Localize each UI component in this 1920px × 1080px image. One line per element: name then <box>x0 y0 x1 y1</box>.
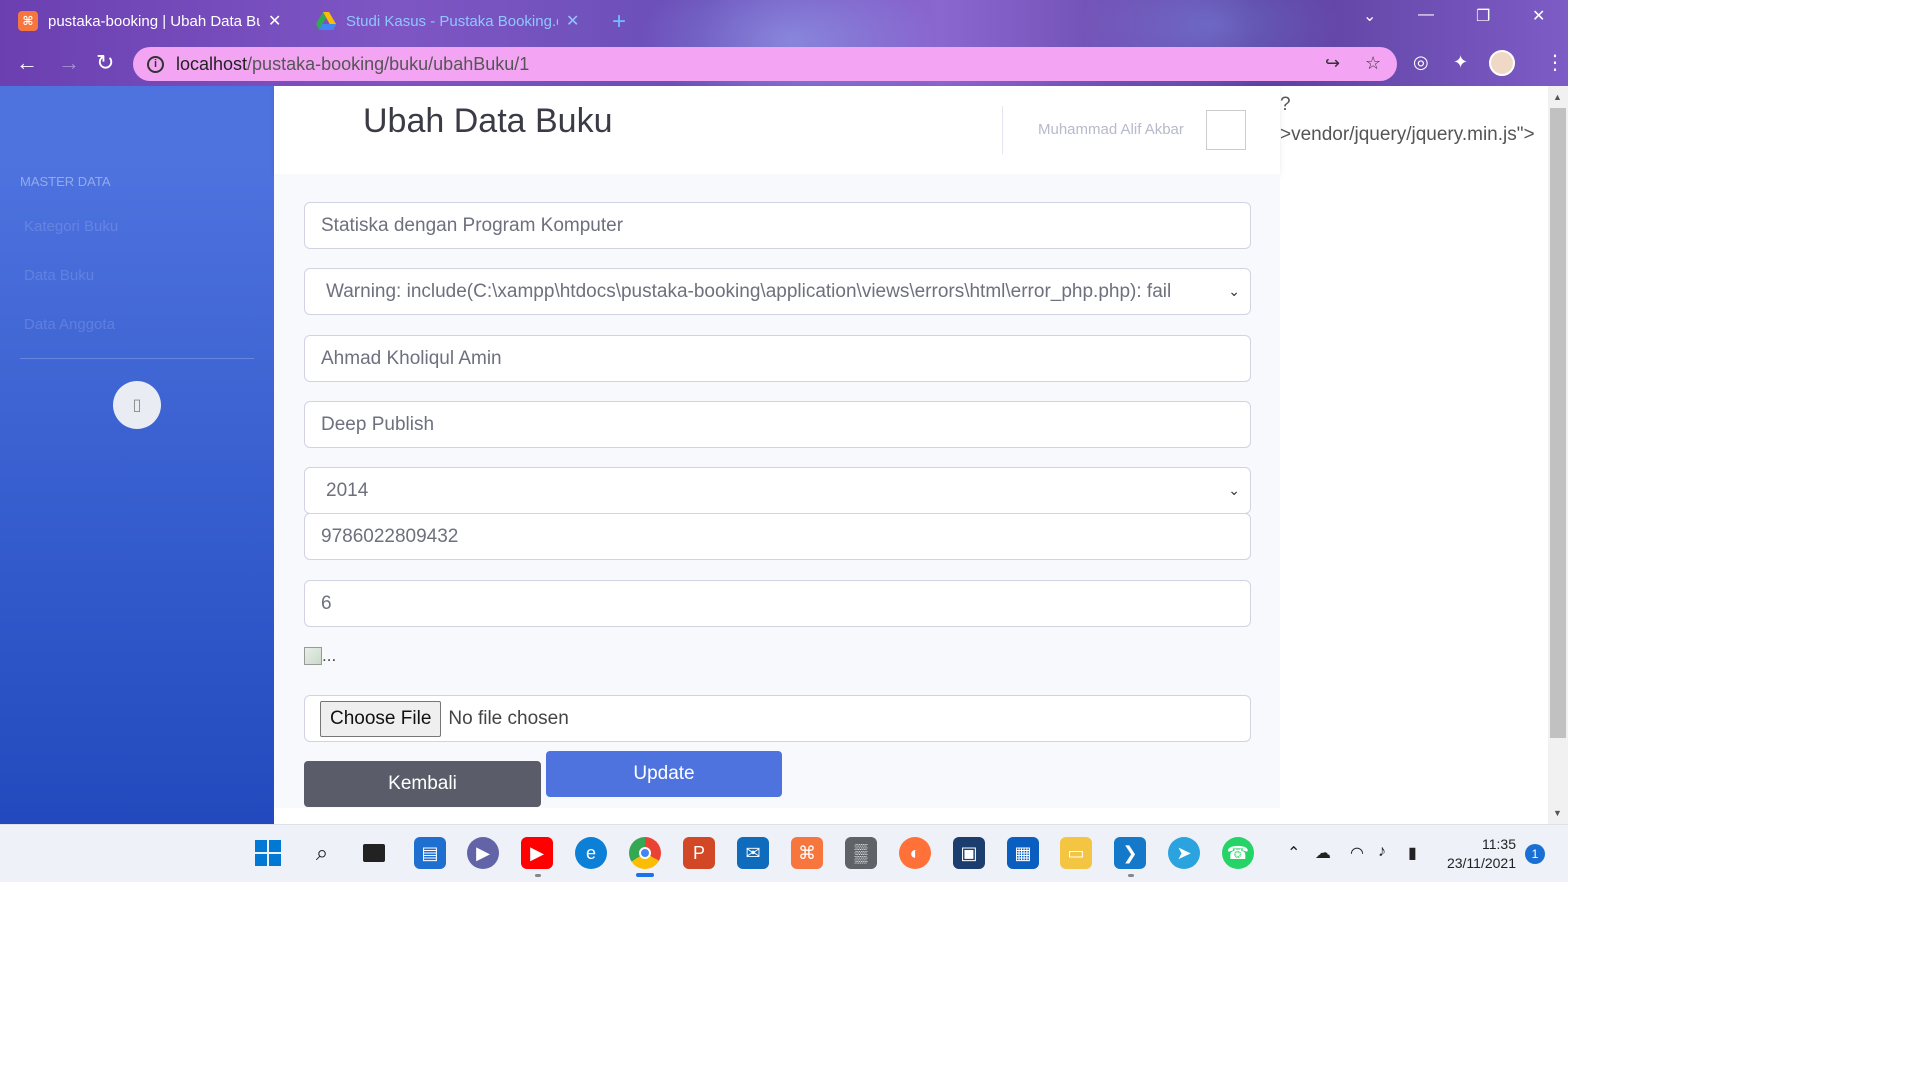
pengarang-input[interactable]: Ahmad Kholiqul Amin <box>304 335 1251 382</box>
topbar-divider <box>1002 106 1003 154</box>
taskbar: ⌕ ▤ ▶ ▶ e P ✉ ⌘ ▒ ◐ ▣ ▦ ▭ ❯ ➤ ☎ ⌃ ☁ ◠ ♪ … <box>0 824 1568 882</box>
user-profile-image[interactable] <box>1206 110 1246 150</box>
globe-extension-icon[interactable]: ◎ <box>1413 52 1429 73</box>
broken-image-icon <box>304 647 322 665</box>
sidebar-toggle-glyph: ▯ <box>132 397 142 414</box>
chrome-icon[interactable] <box>629 837 661 869</box>
tab-search-icon[interactable]: ⌄ <box>1363 6 1376 26</box>
judul-buku-input[interactable]: Statiska dengan Program Komputer <box>304 202 1251 249</box>
widgets-icon[interactable]: ▤ <box>414 837 446 869</box>
windows-start-icon[interactable] <box>252 837 284 869</box>
user-name[interactable]: Muhammad Alif Akbar <box>1038 121 1184 138</box>
chevron-down-icon: ⌄ <box>1228 283 1240 299</box>
task-view-icon[interactable] <box>358 837 390 869</box>
onedrive-cloud-icon[interactable]: ☁ <box>1315 843 1331 863</box>
page-title: Ubah Data Buku <box>363 102 613 140</box>
kategori-select-value: Warning: include(C:\xampp\htdocs\pustaka… <box>326 280 1172 302</box>
back-icon[interactable]: ← <box>16 50 38 76</box>
restore-icon[interactable]: ❐ <box>1476 6 1490 26</box>
file-explorer-icon[interactable]: ▭ <box>1060 837 1092 869</box>
php-leak-line: >vendor/jquery/jquery.min.js"> <box>1280 124 1535 145</box>
close-tab-icon[interactable]: ✕ <box>268 11 281 31</box>
notification-badge[interactable]: 1 <box>1525 844 1545 864</box>
book-cover-image: ... <box>304 646 336 666</box>
show-hidden-icons-chevron-icon[interactable]: ⌃ <box>1287 843 1300 863</box>
telegram-icon[interactable]: ➤ <box>1168 837 1200 869</box>
mail-icon[interactable]: ✉ <box>737 837 769 869</box>
php-leak-text: ? >vendor/jquery/jquery.min.js"> <box>1280 90 1535 150</box>
address-bar[interactable]: i localhost/pustaka-booking/buku/ubahBuk… <box>133 47 1397 81</box>
tahun-terbit-select[interactable]: 2014 ⌄ <box>304 467 1251 514</box>
tab-title: Studi Kasus - Pustaka Booking.d <box>346 12 558 30</box>
firefox-icon[interactable]: ◐ <box>899 837 931 869</box>
sidebar-toggle-button[interactable]: ▯ <box>113 381 161 429</box>
stok-input[interactable]: 6 <box>304 580 1251 627</box>
system-clock[interactable]: 11:35 23/11/2021 <box>1444 835 1516 873</box>
topbar: Ubah Data Buku Muhammad Alif Akbar <box>274 86 1280 174</box>
running-indicator <box>535 874 541 877</box>
active-app-indicator <box>636 873 654 877</box>
youtube-icon[interactable]: ▶ <box>521 837 553 869</box>
clock-time: 11:35 <box>1482 836 1516 852</box>
vscode-icon[interactable]: ❯ <box>1114 837 1146 869</box>
tab-title: pustaka-booking | Ubah Data Bu <box>48 12 260 30</box>
search-icon[interactable]: ⌕ <box>306 837 338 869</box>
browser-tab[interactable]: Studi Kasus - Pustaka Booking.d ✕ <box>316 6 586 36</box>
page-scrollbar[interactable]: ▲ ▼ <box>1548 86 1568 824</box>
extensions-puzzle-icon[interactable]: ✦ <box>1453 52 1468 73</box>
scroll-down-icon[interactable]: ▼ <box>1553 808 1562 818</box>
no-file-text: No file chosen <box>448 707 569 729</box>
sidebar-heading: MASTER DATA <box>20 174 111 189</box>
battery-icon[interactable]: ▮ <box>1408 843 1417 863</box>
wifi-icon[interactable]: ◠ <box>1350 843 1364 863</box>
bookmark-star-icon[interactable]: ☆ <box>1365 53 1381 74</box>
powerpoint-icon[interactable]: P <box>683 837 715 869</box>
scroll-up-icon[interactable]: ▲ <box>1553 92 1562 102</box>
calculator-icon[interactable]: ▒ <box>845 837 877 869</box>
close-tab-icon[interactable]: ✕ <box>566 11 579 31</box>
browser-menu-icon[interactable]: ⋮ <box>1545 50 1565 75</box>
choose-file-button[interactable]: Choose File <box>320 700 442 737</box>
url-text[interactable]: localhost/pustaka-booking/buku/ubahBuku/… <box>176 54 529 75</box>
sidebar-item-kategori-buku[interactable]: Kategori Buku <box>24 218 118 235</box>
clock-date: 23/11/2021 <box>1446 855 1516 871</box>
volume-icon[interactable]: ♪ <box>1378 843 1386 861</box>
sidebar-item-data-buku[interactable]: Data Buku <box>24 267 94 284</box>
share-icon[interactable]: ↪ <box>1325 53 1340 74</box>
forward-icon[interactable]: → <box>58 50 80 76</box>
kategori-select[interactable]: Warning: include(C:\xampp\htdocs\pustaka… <box>304 268 1251 315</box>
sidebar-divider <box>20 358 254 359</box>
tahun-select-value: 2014 <box>326 479 369 501</box>
browser-chrome: ⌘ pustaka-booking | Ubah Data Bu ✕ Studi… <box>0 0 1568 86</box>
minimize-icon[interactable]: — <box>1418 6 1434 24</box>
edge-icon[interactable]: e <box>575 837 607 869</box>
new-tab-button[interactable]: + <box>612 8 626 36</box>
sidebar: MASTER DATA Kategori Buku Data Buku Data… <box>0 86 274 824</box>
profile-avatar[interactable] <box>1489 50 1515 76</box>
php-leak-line: ? <box>1280 94 1291 115</box>
update-button[interactable]: Update <box>546 751 782 797</box>
kembali-button[interactable]: Kembali <box>304 761 541 807</box>
image-file-input[interactable]: Choose File No file chosen <box>304 695 1251 742</box>
close-window-icon[interactable]: ✕ <box>1532 6 1545 26</box>
google-drive-icon <box>316 11 336 31</box>
running-indicator <box>1128 874 1134 877</box>
penerbit-input[interactable]: Deep Publish <box>304 401 1251 448</box>
scrollbar-thumb[interactable] <box>1550 108 1566 738</box>
chevron-down-icon: ⌄ <box>1228 482 1240 498</box>
snipping-tool-icon[interactable]: ▣ <box>953 837 985 869</box>
image-alt-text: ... <box>322 646 337 665</box>
xampp-icon[interactable]: ⌘ <box>791 837 823 869</box>
microsoft-store-icon[interactable]: ▦ <box>1007 837 1039 869</box>
reload-icon[interactable]: ↻ <box>96 50 114 76</box>
teams-chat-icon[interactable]: ▶ <box>467 837 499 869</box>
site-info-icon[interactable]: i <box>147 55 164 73</box>
sidebar-item-data-anggota[interactable]: Data Anggota <box>24 316 115 333</box>
whatsapp-icon[interactable]: ☎ <box>1222 837 1254 869</box>
isbn-input[interactable]: 9786022809432 <box>304 513 1251 560</box>
browser-tab-active[interactable]: ⌘ pustaka-booking | Ubah Data Bu ✕ <box>18 6 300 36</box>
xampp-icon: ⌘ <box>18 11 38 31</box>
